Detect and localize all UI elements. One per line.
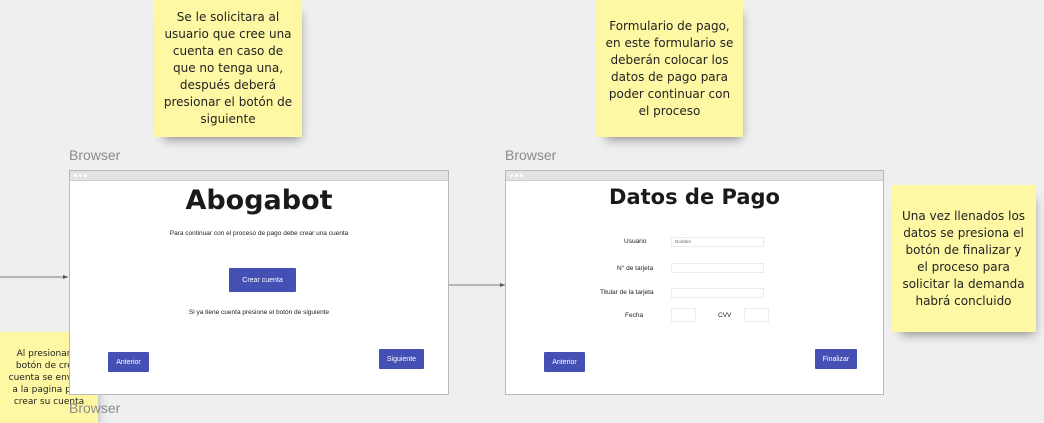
browser-label-3: Browser bbox=[69, 400, 121, 416]
cvv-field[interactable] bbox=[744, 308, 769, 322]
sticky-note-create-account: Se le solicitara al usuario que cree una… bbox=[154, 0, 302, 137]
card-number-label: N° de tarjeta bbox=[617, 265, 654, 272]
cvv-label: CVV bbox=[718, 312, 732, 319]
usuario-label: Usuario bbox=[624, 238, 647, 245]
previous-button[interactable]: Anterior bbox=[108, 352, 149, 372]
sticky-note-payment-form: Formulario de pago, en este formulario s… bbox=[596, 0, 743, 137]
browser-frame-abogabot: Abogabot Para continuar con el proceso d… bbox=[69, 170, 449, 395]
page-title: Abogabot bbox=[185, 185, 333, 216]
card-holder-label: Titular de la tarjeta bbox=[600, 289, 654, 296]
payment-title: Datos de Pago bbox=[609, 185, 780, 209]
card-number-field[interactable] bbox=[671, 263, 764, 273]
card-holder-field[interactable] bbox=[671, 288, 764, 298]
sticky-note-finish: Una vez llenados los datos se presiona e… bbox=[891, 185, 1036, 332]
date-field[interactable] bbox=[671, 308, 696, 322]
browser-title-bar bbox=[506, 171, 883, 181]
browser-label-1: Browser bbox=[69, 147, 121, 163]
browser-frame-payment: Datos de Pago Usuario Nombre N° de tarje… bbox=[505, 170, 884, 395]
usuario-field[interactable]: Nombre bbox=[671, 237, 764, 247]
previous-button[interactable]: Anterior bbox=[544, 352, 585, 372]
have-account-text: Si ya tiene cuenta presione el botón de … bbox=[188, 309, 330, 316]
create-account-button[interactable]: Crear cuenta bbox=[229, 268, 296, 292]
finish-button[interactable]: Finalizar bbox=[815, 349, 857, 369]
browser-label-2: Browser bbox=[505, 147, 557, 163]
date-label: Fecha bbox=[625, 312, 644, 319]
next-button[interactable]: Siguiente bbox=[379, 349, 424, 369]
page-subtitle: Para continuar con el proceso de pago de… bbox=[169, 230, 349, 237]
browser-title-bar bbox=[70, 171, 448, 181]
